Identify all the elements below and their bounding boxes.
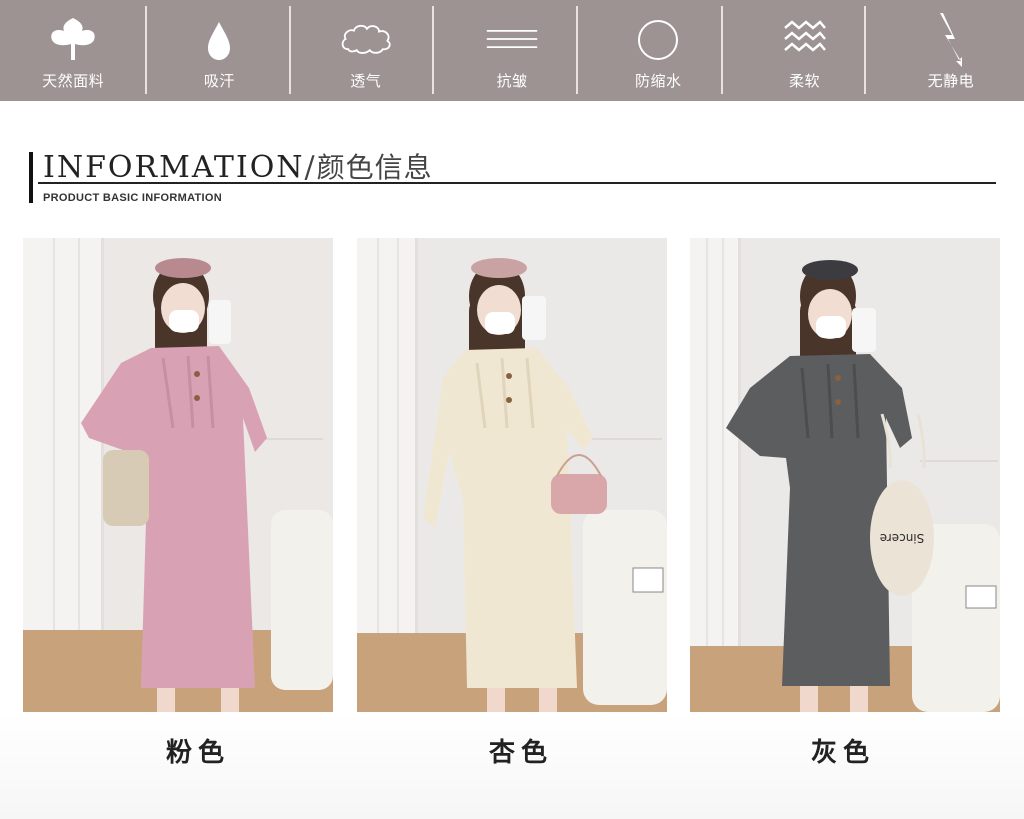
product-photo-pink — [23, 238, 333, 712]
feature-label: 抗皱 — [496, 72, 528, 90]
water-drop-icon — [192, 14, 246, 64]
lines-icon — [485, 14, 539, 64]
section-title: INFORMATION/颜色信息 — [43, 146, 433, 186]
section-title-en: INFORMATION — [43, 150, 305, 185]
feature-label: 透气 — [350, 72, 382, 90]
feature-divider — [864, 6, 866, 94]
section-title-cn: 颜色信息 — [316, 151, 433, 184]
feature-sweat-absorbing: 吸汗 — [146, 0, 292, 101]
heading-accent-bar — [29, 152, 33, 203]
feature-wrinkle-resistant: 抗皱 — [439, 0, 585, 101]
feature-breathable: 透气 — [293, 0, 439, 101]
feature-divider — [576, 6, 578, 94]
product-photo-gray: Sincere — [690, 238, 1000, 712]
feature-divider — [721, 6, 723, 94]
feature-divider — [289, 6, 291, 94]
feature-label: 天然面料 — [42, 72, 105, 90]
feature-label: 防缩水 — [635, 72, 682, 90]
leaf-icon — [46, 14, 100, 64]
lightning-icon — [924, 13, 978, 67]
color-caption-pink: 粉色 — [165, 738, 230, 768]
product-photo-apricot — [357, 238, 667, 712]
color-caption-apricot: 杏色 — [488, 738, 553, 768]
feature-label: 无静电 — [927, 72, 975, 90]
feature-soft: 柔软 — [731, 0, 877, 101]
section-title-slash: / — [304, 150, 317, 185]
feature-bar: 天然面料 吸汗 透气 抗皱 防缩水 柔软 无静电 — [0, 0, 1024, 101]
feature-divider — [145, 6, 147, 94]
feature-shrink-proof: 防缩水 — [585, 0, 731, 101]
feature-divider — [432, 6, 434, 94]
product-photo-art — [357, 238, 667, 712]
product-photo-art — [23, 238, 333, 712]
section-subtitle: PRODUCT BASIC INFORMATION — [43, 192, 223, 204]
product-photo-art: Sincere — [690, 238, 1000, 712]
feature-label: 柔软 — [789, 72, 821, 90]
color-caption-gray: 灰色 — [810, 738, 875, 768]
feature-label: 吸汗 — [203, 72, 235, 90]
tote-bag-text: Sincere — [880, 531, 925, 545]
waves-icon — [778, 14, 832, 64]
cloud-icon — [339, 14, 393, 64]
feature-anti-static: 无静电 — [878, 0, 1024, 101]
heading-underline — [38, 182, 996, 184]
feature-natural-fabric: 天然面料 — [0, 0, 146, 101]
circle-icon — [631, 14, 685, 64]
